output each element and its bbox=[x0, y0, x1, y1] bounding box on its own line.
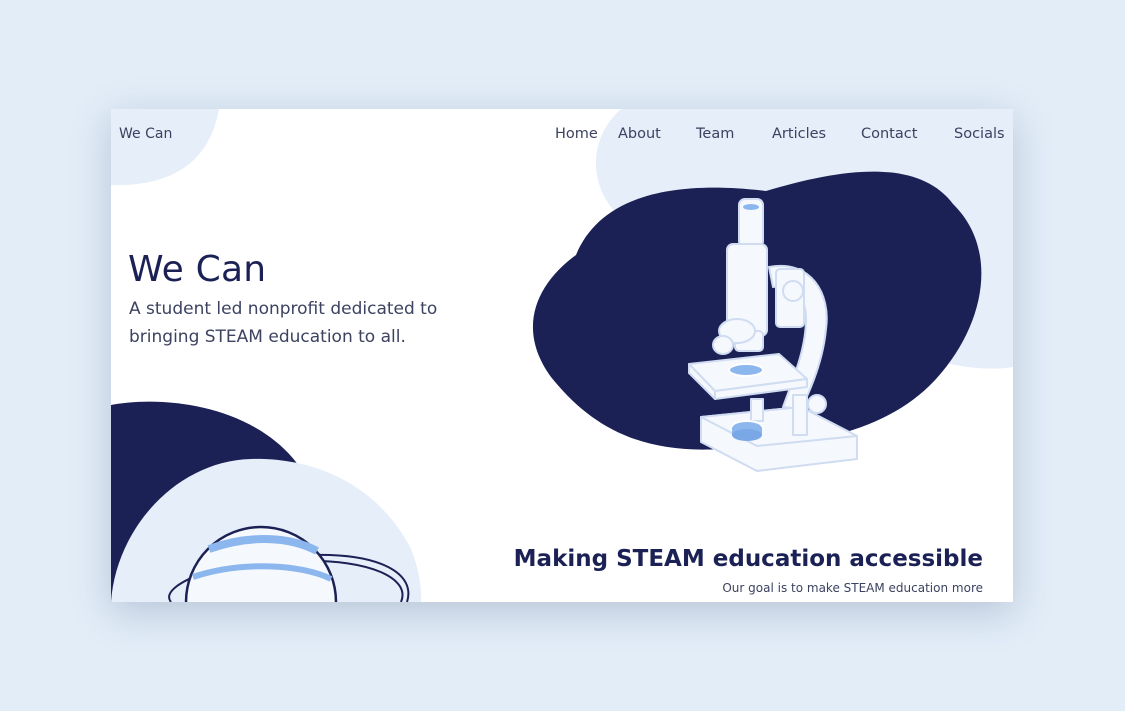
planet-illustration bbox=[168, 525, 410, 602]
nav-contact[interactable]: Contact bbox=[861, 126, 917, 142]
nav-home[interactable]: Home bbox=[555, 126, 598, 142]
section-title: Making STEAM education accessible bbox=[513, 546, 983, 572]
browser-page: We Can Home About Team Articles Contact … bbox=[111, 109, 1013, 602]
nav-articles[interactable]: Articles bbox=[772, 126, 826, 142]
nav-socials[interactable]: Socials bbox=[954, 126, 1005, 142]
nav-team[interactable]: Team bbox=[696, 126, 734, 142]
hero-title: We Can bbox=[128, 249, 267, 290]
section-body: Our goal is to make STEAM education more bbox=[722, 581, 983, 595]
nav-about[interactable]: About bbox=[618, 126, 661, 142]
main-nav: Home About Team Articles Contact Socials bbox=[111, 126, 1013, 146]
hero-subtitle: A student led nonprofit dedicated to bri… bbox=[129, 299, 438, 347]
